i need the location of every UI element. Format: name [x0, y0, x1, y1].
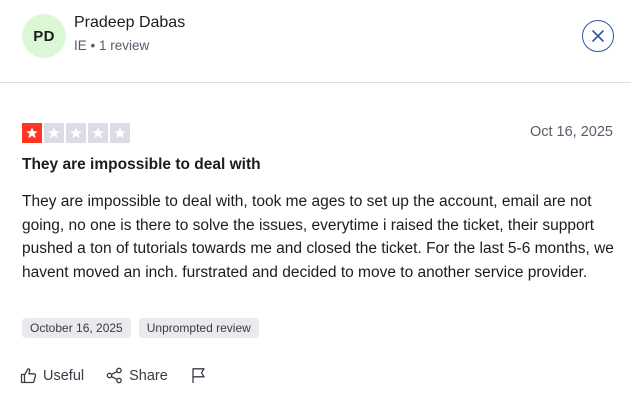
star-icon — [44, 123, 64, 143]
useful-button[interactable]: Useful — [20, 367, 84, 384]
star-icon — [88, 123, 108, 143]
star-icon — [110, 123, 130, 143]
review-actions: Useful Share — [20, 367, 207, 384]
unprompted-review-tag: Unprompted review — [138, 318, 259, 338]
useful-label: Useful — [43, 367, 85, 384]
close-button[interactable] — [582, 20, 614, 52]
reviewer-meta: IE • 1 review — [74, 38, 150, 53]
share-label: Share — [129, 367, 168, 384]
close-icon — [592, 30, 604, 42]
reviewer-header: PD Pradeep Dabas IE • 1 review — [0, 0, 631, 83]
report-button[interactable] — [190, 367, 207, 384]
avatar: PD — [22, 14, 66, 58]
review-tags: October 16, 2025 Unprompted review — [22, 318, 259, 338]
date-of-experience-tag: October 16, 2025 — [22, 318, 131, 338]
star-icon — [66, 123, 86, 143]
flag-icon — [192, 368, 205, 383]
share-button[interactable]: Share — [106, 367, 168, 384]
star-rating — [22, 123, 130, 143]
star-icon — [22, 123, 42, 143]
share-icon — [106, 367, 122, 384]
reviewer-name[interactable]: Pradeep Dabas — [74, 14, 185, 32]
thumbs-up-icon — [20, 368, 37, 384]
review-title: They are impossible to deal with — [22, 156, 261, 173]
review-body: They are impossible to deal with, took m… — [22, 193, 614, 282]
review-date: Oct 16, 2025 — [529, 124, 613, 140]
